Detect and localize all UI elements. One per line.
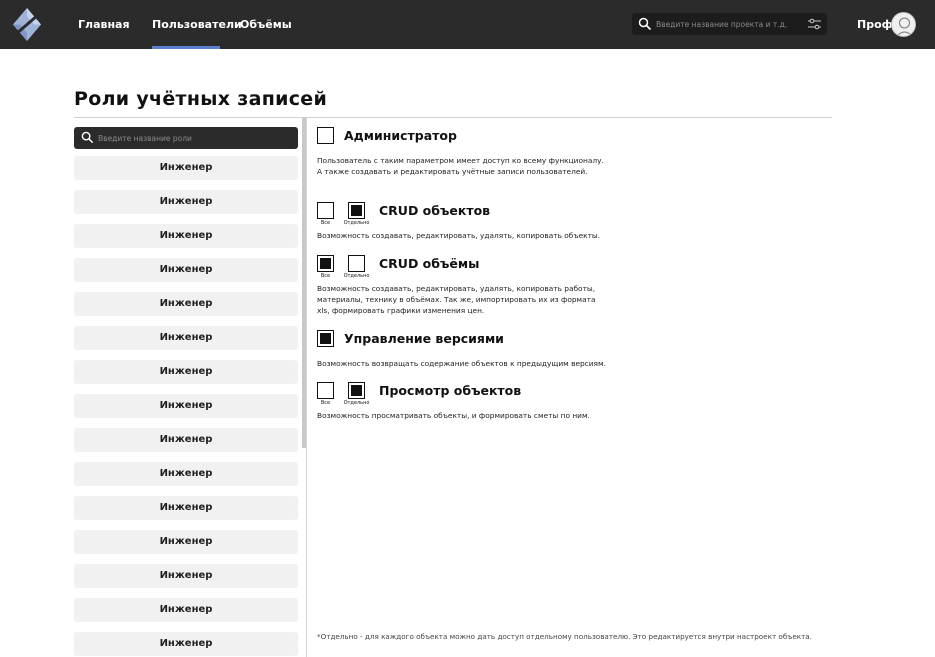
all-caption: Все	[320, 400, 331, 406]
view-objects-all-checkbox[interactable]	[317, 382, 334, 399]
nav-users[interactable]: Пользователи	[152, 0, 242, 49]
separate-caption: Отдельно	[343, 273, 370, 279]
role-item[interactable]: Инженер	[74, 496, 298, 520]
top-bar: Главная Пользователи Объёмы Профиль	[0, 0, 935, 49]
role-item[interactable]: Инженер	[74, 156, 298, 180]
crud-objects-separate-checkbox[interactable]	[348, 202, 365, 219]
filter-sliders-icon[interactable]	[808, 18, 821, 30]
role-item[interactable]: Инженер	[74, 428, 298, 452]
perm-title-view-objects: Просмотр объектов	[379, 383, 522, 398]
role-item[interactable]: Инженер	[74, 530, 298, 554]
role-item[interactable]: Инженер	[74, 462, 298, 486]
crud-volumes-separate-checkbox[interactable]	[348, 255, 365, 272]
perm-title-crud-objects: CRUD объектов	[379, 203, 491, 218]
footnote: *Отдельно - для каждого объекта можно да…	[317, 632, 812, 641]
perm-desc-versions: Возможность возвращать содержание объект…	[317, 359, 606, 368]
logo-icon[interactable]	[13, 8, 41, 41]
title-divider	[74, 117, 832, 118]
global-search[interactable]	[632, 13, 827, 35]
role-item[interactable]: Инженер	[74, 598, 298, 622]
role-item[interactable]: Инженер	[74, 224, 298, 248]
perm-title-versions: Управление версиями	[344, 331, 504, 346]
avatar[interactable]	[891, 12, 916, 37]
role-item[interactable]: Инженер	[74, 326, 298, 350]
role-search-input[interactable]	[98, 127, 293, 149]
search-icon	[638, 17, 652, 31]
perm-title-admin: Администратор	[344, 128, 457, 143]
view-objects-separate-checkbox[interactable]	[348, 382, 365, 399]
nav-volumes[interactable]: Объёмы	[240, 0, 292, 49]
crud-volumes-all-checkbox[interactable]	[317, 255, 334, 272]
role-item[interactable]: Инженер	[74, 258, 298, 282]
panel-divider	[306, 118, 307, 657]
role-item[interactable]: Инженер	[74, 394, 298, 418]
role-search[interactable]	[74, 127, 298, 149]
role-list: Инженер Инженер Инженер Инженер Инженер …	[74, 156, 298, 657]
nav-home[interactable]: Главная	[78, 0, 130, 49]
perm-desc-view-objects: Возможность просматривать объекты, и фор…	[317, 411, 590, 420]
role-item[interactable]: Инженер	[74, 190, 298, 214]
separate-caption: Отдельно	[343, 400, 370, 406]
all-caption: Все	[320, 273, 331, 279]
role-item[interactable]: Инженер	[74, 564, 298, 588]
versions-all-checkbox[interactable]	[317, 330, 334, 347]
role-item[interactable]: Инженер	[74, 292, 298, 316]
perm-desc-crud-objects: Возможность создавать, редактировать, уд…	[317, 231, 601, 240]
search-icon	[81, 131, 94, 144]
perm-title-crud-volumes: CRUD объёмы	[379, 256, 480, 271]
perm-desc-crud-volumes: Возможность создавать, редактировать, уд…	[317, 284, 596, 315]
all-caption: Все	[320, 220, 331, 226]
global-search-input[interactable]	[656, 13, 806, 35]
separate-caption: Отдельно	[343, 220, 370, 226]
perm-desc-admin: Пользователь с таким параметром имеет до…	[317, 156, 604, 176]
crud-objects-all-checkbox[interactable]	[317, 202, 334, 219]
role-item[interactable]: Инженер	[74, 360, 298, 384]
role-item[interactable]: Инженер	[74, 632, 298, 656]
page-title: Роли учётных записей	[74, 88, 328, 110]
admin-all-checkbox[interactable]	[317, 127, 334, 144]
